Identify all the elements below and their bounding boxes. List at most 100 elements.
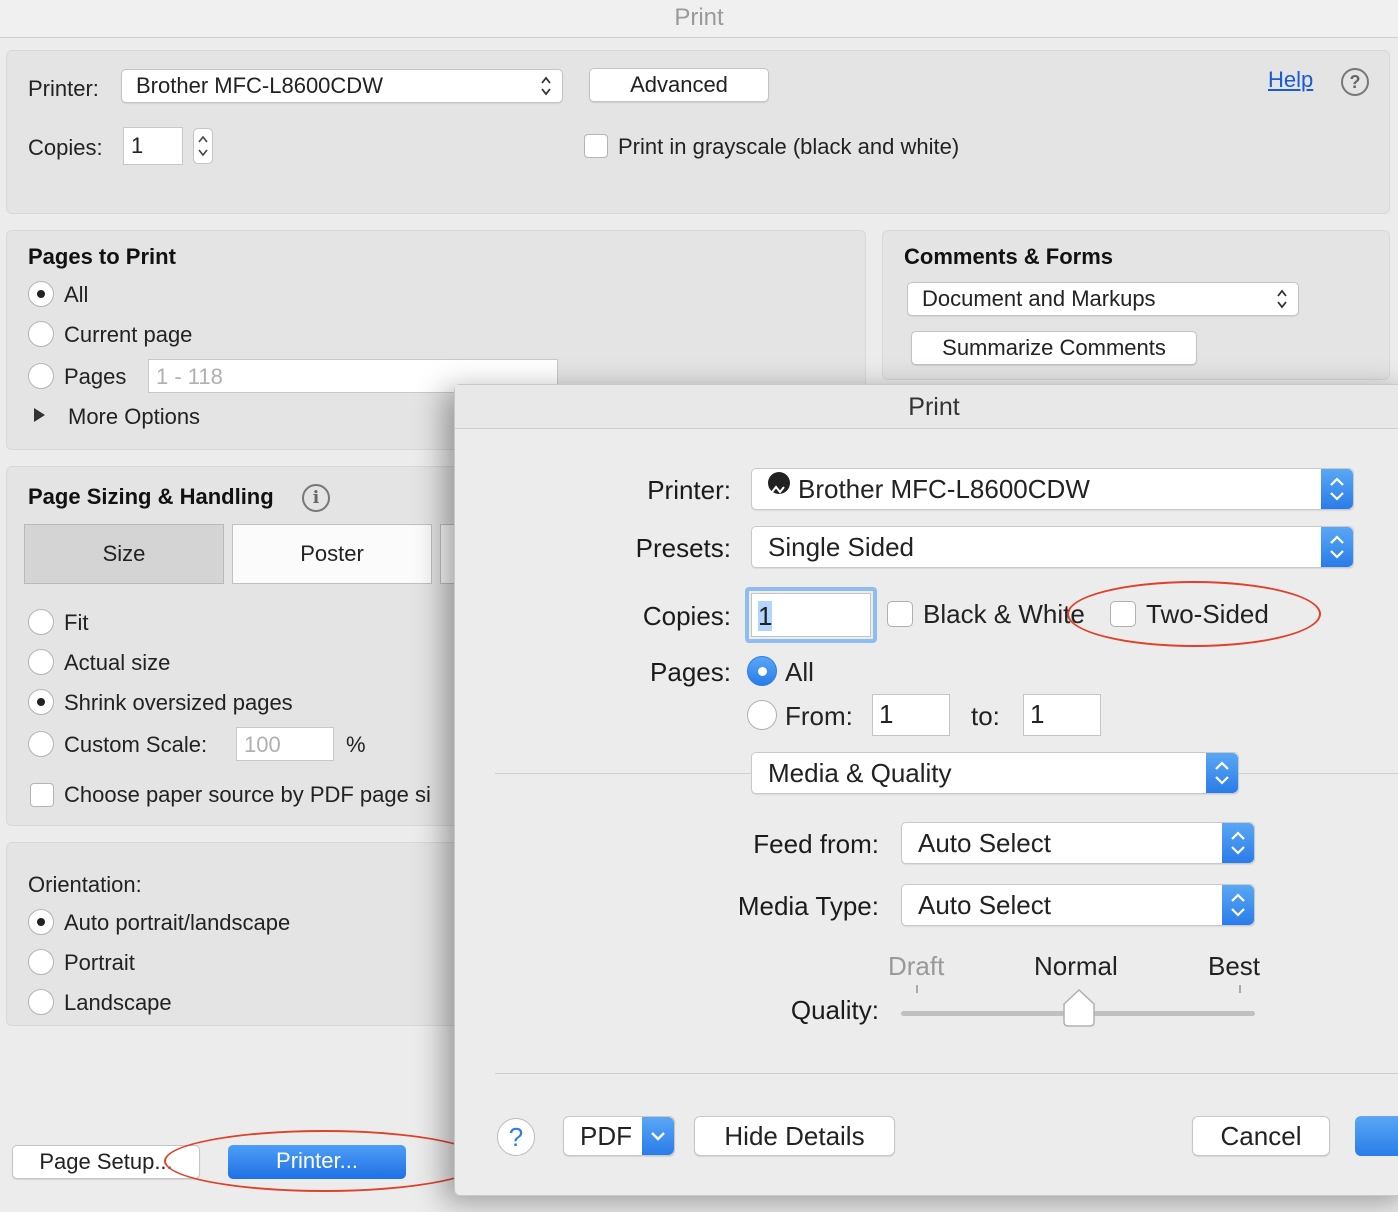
dialog-help-button[interactable]: ? (497, 1118, 535, 1156)
dialog-printer-value: Brother MFC-L8600CDW (798, 474, 1090, 504)
dialog-printer-select[interactable]: Brother MFC-L8600CDW (751, 468, 1354, 510)
portrait-label: Portrait (64, 950, 135, 975)
fit-label: Fit (64, 610, 89, 635)
help-link[interactable]: Help (1268, 67, 1313, 93)
pages-range-radio[interactable] (28, 363, 54, 389)
quality-draft-label: Draft (888, 951, 945, 981)
media-popup-stepper (1222, 885, 1254, 925)
paper-source-checkbox[interactable] (30, 783, 54, 807)
from-input[interactable]: 1 (872, 694, 950, 736)
section-value: Media & Quality (768, 758, 952, 788)
activity-wave-icon (771, 485, 785, 494)
feed-from-value: Auto Select (918, 828, 1051, 858)
disclosure-triangle-icon[interactable] (34, 408, 45, 422)
summarize-comments-button[interactable]: Summarize Comments (911, 331, 1197, 365)
cancel-button[interactable]: Cancel (1192, 1116, 1330, 1156)
percent-label: % (346, 732, 366, 757)
page-sizing-panel (6, 466, 466, 826)
section-popup-stepper (1206, 753, 1238, 793)
auto-orientation-label: Auto portrait/landscape (64, 910, 291, 935)
quality-normal-label: Normal (1034, 951, 1118, 981)
printer-label: Printer: (28, 76, 99, 101)
custom-scale-input[interactable]: 100 (236, 727, 334, 761)
to-input[interactable]: 1 (1023, 694, 1101, 736)
quality-best-label: Best (1208, 951, 1261, 981)
more-options-label[interactable]: More Options (68, 404, 200, 430)
updown-chevron-icon (541, 76, 551, 96)
dialog-copies-label: Copies: (642, 601, 731, 631)
help-icon[interactable]: ? (1341, 68, 1369, 96)
quality-slider-knob[interactable] (1061, 988, 1097, 1028)
presets-value: Single Sided (768, 532, 914, 562)
advanced-button[interactable]: Advanced (589, 68, 769, 102)
landscape-radio[interactable] (28, 989, 54, 1015)
auto-orientation-radio[interactable] (28, 909, 54, 935)
updown-chevron-icon (1215, 761, 1229, 785)
media-type-label: Media Type: (737, 891, 879, 921)
pdf-button[interactable]: PDF (563, 1116, 675, 1156)
comments-select[interactable]: Document and Markups (907, 282, 1299, 316)
dialog-copies-value: 1 (758, 601, 773, 631)
stepper-arrows-icon (198, 135, 208, 157)
dialog-copies-input[interactable]: 1 (751, 593, 871, 637)
pdf-menu-arrow[interactable] (642, 1117, 674, 1155)
black-white-label: Black & White (923, 599, 1085, 629)
quality-tick-best (1239, 985, 1241, 993)
printer-select[interactable]: Brother MFC-L8600CDW (121, 69, 563, 103)
tab-poster[interactable]: Poster (232, 524, 432, 584)
presets-label: Presets: (635, 533, 731, 563)
pages-all-radio[interactable] (28, 281, 54, 307)
shrink-label: Shrink oversized pages (64, 690, 293, 715)
shrink-radio[interactable] (28, 689, 54, 715)
updown-chevron-icon (1330, 535, 1344, 559)
dialog-pages-from-radio[interactable] (747, 700, 777, 730)
pages-range-label: Pages (64, 364, 127, 389)
help-icon-glyph: ? (1349, 72, 1361, 92)
custom-scale-radio[interactable] (28, 731, 54, 757)
portrait-radio[interactable] (28, 949, 54, 975)
custom-scale-label: Custom Scale: (64, 732, 208, 757)
annotation-ellipse-printer (164, 1130, 484, 1192)
comments-select-value: Document and Markups (922, 286, 1156, 311)
pages-all-label: All (64, 282, 89, 307)
printer-popup-stepper (1321, 469, 1353, 509)
media-type-value: Auto Select (918, 890, 1051, 920)
dialog-pages-all-radio[interactable] (747, 656, 777, 686)
dialog-pages-label: Pages: (650, 657, 731, 687)
presets-popup-stepper (1321, 527, 1353, 567)
pdf-label: PDF (580, 1121, 632, 1151)
quality-tick-draft (916, 985, 918, 993)
current-page-radio[interactable] (28, 321, 54, 347)
updown-chevron-icon (1231, 831, 1245, 855)
actual-size-radio[interactable] (28, 649, 54, 675)
tab-size-label: Size (102, 541, 146, 566)
black-white-checkbox[interactable] (887, 601, 913, 627)
updown-chevron-icon (1330, 477, 1344, 501)
feed-from-label: Feed from: (753, 829, 879, 859)
feed-from-select[interactable]: Auto Select (901, 822, 1255, 864)
section-select[interactable]: Media & Quality (751, 752, 1239, 794)
tab-size[interactable]: Size (24, 524, 224, 584)
paper-source-label: Choose paper source by PDF page si (64, 782, 431, 807)
fit-radio[interactable] (28, 609, 54, 635)
window-title: Print (0, 0, 1398, 38)
feed-popup-stepper (1222, 823, 1254, 863)
grayscale-checkbox[interactable] (584, 134, 608, 158)
info-icon[interactable]: i (302, 484, 330, 512)
presets-select[interactable]: Single Sided (751, 526, 1354, 568)
print-button-edge[interactable] (1355, 1116, 1398, 1156)
quality-label: Quality: (790, 995, 879, 1025)
landscape-label: Landscape (64, 990, 172, 1015)
orientation-heading: Orientation: (28, 872, 142, 897)
to-label: to: (971, 701, 1000, 731)
copies-stepper[interactable] (193, 128, 213, 164)
current-page-label: Current page (64, 322, 193, 347)
hide-details-button[interactable]: Hide Details (694, 1116, 895, 1156)
footer-separator (495, 1073, 1398, 1074)
dialog-pages-all-label: All (785, 657, 814, 687)
media-type-select[interactable]: Auto Select (901, 884, 1255, 926)
actual-size-label: Actual size (64, 650, 171, 675)
chevron-down-icon (651, 1132, 665, 1141)
copies-input[interactable]: 1 (123, 127, 183, 165)
grayscale-label: Print in grayscale (black and white) (618, 134, 960, 159)
